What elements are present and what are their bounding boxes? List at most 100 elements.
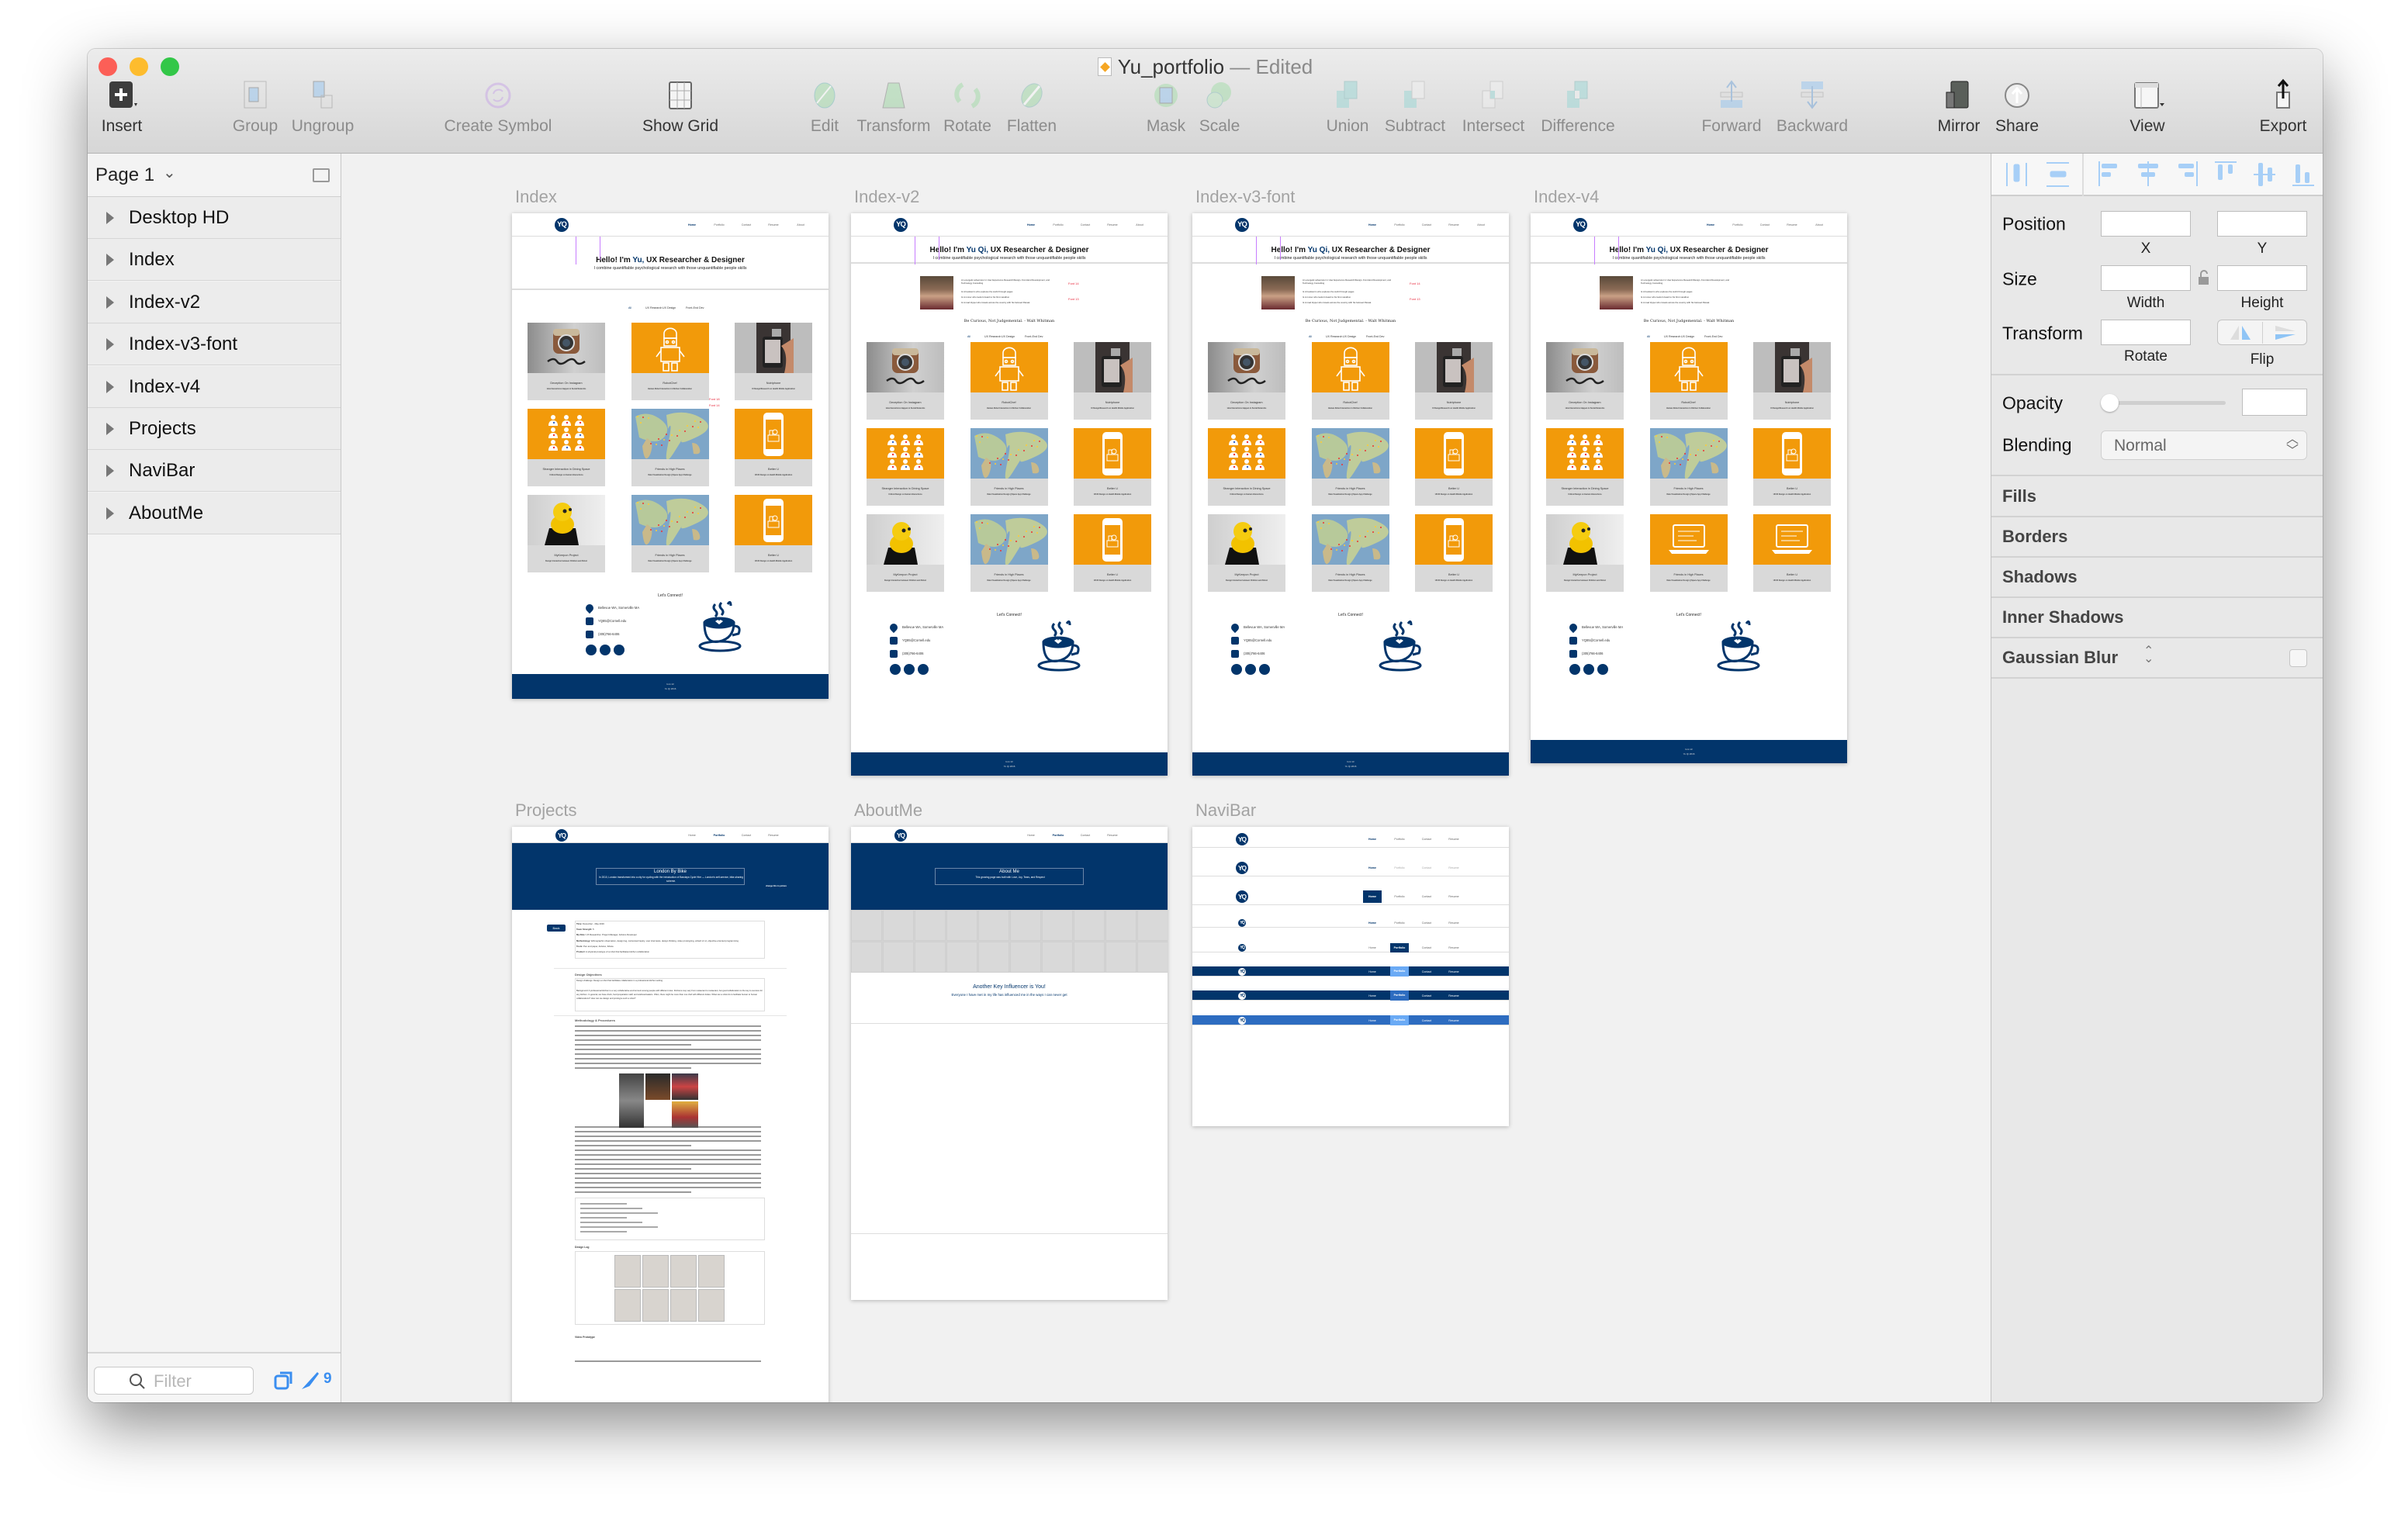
logo[interactable]: YQ xyxy=(1238,967,1246,976)
site-nav-home[interactable]: Home xyxy=(1363,1018,1382,1024)
site-nav-contact[interactable]: Contact xyxy=(1076,832,1095,838)
artboard-title-index-v4[interactable]: Index-v4 xyxy=(1534,187,1599,207)
filter-tab-all[interactable]: All xyxy=(628,306,631,309)
artboard-index-v4[interactable]: YQ Home Portfolio Contact Resume About Hello! … xyxy=(1531,213,1847,763)
project-card[interactable]: Friends in High Places Data Visualization… xyxy=(1311,428,1389,506)
site-nav-portfolio[interactable]: Portfolio xyxy=(1390,966,1409,977)
project-card[interactable]: Stranger Interaction in Dining Space Crit… xyxy=(867,428,944,506)
filter-tab-ux-research[interactable]: UX Research xyxy=(645,306,662,309)
logo[interactable]: YQ xyxy=(1238,991,1246,1000)
site-nav-resume[interactable]: Resume xyxy=(1444,894,1463,900)
site-nav-home[interactable]: Home xyxy=(683,832,701,838)
filter-tab-all[interactable]: All xyxy=(967,335,970,338)
layer-row[interactable]: Index-v2 xyxy=(88,281,341,323)
disclosure-triangle-icon[interactable] xyxy=(106,338,114,351)
toolbar-button-scale[interactable]: Scale xyxy=(1161,78,1278,136)
toolbar-button-insert[interactable]: Insert xyxy=(88,78,180,136)
project-card[interactable]: Deception On Instagram How Interactions H… xyxy=(1208,342,1285,420)
toolbar-button-flatten[interactable]: Flatten xyxy=(974,78,1090,136)
project-card[interactable]: Stranger Interaction in Dining Space Crit… xyxy=(1546,428,1624,506)
site-nav-home[interactable]: Home xyxy=(1363,945,1382,951)
project-card[interactable]: Nutriphone UI Design/Research on Health M… xyxy=(735,323,812,400)
site-nav-resume[interactable]: Resume xyxy=(1444,920,1463,926)
disclosure-triangle-icon[interactable] xyxy=(106,296,114,309)
site-nav-contact[interactable]: Contact xyxy=(1417,945,1436,951)
project-card[interactable]: Stranger Interaction in Dining Space Crit… xyxy=(528,409,605,486)
opacity-input[interactable] xyxy=(2242,389,2307,416)
opacity-slider-knob[interactable] xyxy=(2101,394,2119,412)
site-nav-resume[interactable]: Resume xyxy=(1444,1018,1463,1024)
site-nav-home[interactable]: Home xyxy=(1363,865,1382,871)
project-card[interactable]: Deception On Instagram How Interactions H… xyxy=(528,323,605,400)
project-card[interactable]: Better U UI/UX Design on Health Mobile Ap… xyxy=(735,495,812,572)
site-nav-portfolio[interactable]: Portfolio xyxy=(1390,942,1409,952)
filter-input[interactable]: Filter xyxy=(94,1367,254,1395)
width-input[interactable] xyxy=(2101,265,2191,291)
disclosure-triangle-icon[interactable] xyxy=(106,254,114,267)
height-input[interactable] xyxy=(2217,265,2307,291)
site-nav-resume[interactable]: Resume xyxy=(1444,865,1463,871)
project-card[interactable]: RobotChef Human-Robot Interaction in Kitc… xyxy=(1311,342,1389,420)
logo[interactable]: YQ xyxy=(1235,218,1249,232)
site-nav-portfolio[interactable]: Portfolio xyxy=(1390,920,1409,926)
logo[interactable]: YQ xyxy=(1573,218,1587,232)
site-nav-resume[interactable]: Resume xyxy=(1444,222,1463,228)
site-nav-portfolio[interactable]: Portfolio xyxy=(1390,865,1409,871)
site-nav-home[interactable]: Home xyxy=(1363,969,1382,975)
slices-icon[interactable] xyxy=(300,1369,320,1391)
collapse-pages-icon[interactable] xyxy=(313,168,330,182)
artboard-index-v2[interactable]: YQ Home Portfolio Contact Resume About Hello! … xyxy=(851,213,1168,776)
site-nav-contact[interactable]: Contact xyxy=(1417,1018,1436,1024)
artboard-index-v3-font[interactable]: YQ Home Portfolio Contact Resume About Hello! … xyxy=(1192,213,1509,776)
project-card[interactable]: MyKeepon Project Design Interaction betwe… xyxy=(528,495,605,572)
artboard-navibar[interactable]: YQ Home Portfolio Contact Resume YQ Home Portfo… xyxy=(1192,827,1509,1126)
project-card[interactable]: Nutriphone UI Design/Research on Health M… xyxy=(1753,342,1831,420)
gaussian-blur-checkbox[interactable] xyxy=(2289,649,2307,667)
project-card[interactable]: Friends in High Places Data Visualization… xyxy=(1649,514,1728,592)
section-fills[interactable]: Fills xyxy=(2002,486,2036,506)
artboard-title-navibar[interactable]: NaviBar xyxy=(1195,800,1256,821)
layer-row[interactable]: NaviBar xyxy=(88,450,341,493)
lock-ratio-icon[interactable] xyxy=(2198,270,2210,285)
logo[interactable]: YQ xyxy=(1236,862,1248,874)
site-nav-resume[interactable]: Resume xyxy=(764,222,783,228)
layer-row[interactable]: Index xyxy=(88,239,341,282)
project-card[interactable]: MyKeepon Project Design Interaction betwe… xyxy=(1208,514,1285,592)
disclosure-triangle-icon[interactable] xyxy=(106,506,114,520)
site-nav-resume[interactable]: Resume xyxy=(1783,222,1801,228)
site-nav-resume[interactable]: Resume xyxy=(1444,836,1463,842)
project-card[interactable]: Friends in High Places Data Visualization… xyxy=(631,409,709,486)
site-nav-portfolio[interactable]: Portfolio xyxy=(1390,836,1409,842)
filter-tab-front-end-dev[interactable]: Front-End Dev xyxy=(1704,335,1722,338)
layer-row[interactable]: AboutMe xyxy=(88,492,341,534)
logo[interactable]: YQ xyxy=(555,218,569,232)
project-card[interactable]: Better U UI/UX Design on Health Mobile Ap… xyxy=(1753,428,1831,506)
project-card[interactable]: Friends in High Places Data Visualization… xyxy=(631,495,709,572)
flip-horizontal-icon[interactable] xyxy=(2229,324,2252,341)
filter-tab-all[interactable]: All xyxy=(1647,335,1650,338)
facebook-icon[interactable] xyxy=(1245,664,1256,675)
site-nav-resume[interactable]: Resume xyxy=(1103,222,1122,228)
site-nav-contact[interactable]: Contact xyxy=(1417,993,1436,999)
artboard-projects[interactable]: YQ Home Portfolio Contact Resume London By Bi… xyxy=(512,827,829,1402)
blog-icon[interactable] xyxy=(1259,664,1270,675)
site-nav-home[interactable]: Home xyxy=(1363,222,1382,228)
logo[interactable]: YQ xyxy=(894,218,908,232)
site-nav-resume[interactable]: Resume xyxy=(1444,993,1463,999)
position-x-input[interactable] xyxy=(2101,211,2191,237)
site-nav-portfolio[interactable]: Portfolio xyxy=(710,222,728,228)
site-nav-home[interactable]: Home xyxy=(683,222,701,228)
linkedin-icon[interactable] xyxy=(586,645,597,655)
layer-row[interactable]: Desktop HD xyxy=(88,197,341,239)
project-card[interactable]: MyKeepon Project Design Interaction betwe… xyxy=(1546,514,1624,592)
site-nav-contact[interactable]: Contact xyxy=(1756,222,1774,228)
site-nav-home[interactable]: Home xyxy=(1701,222,1720,228)
toolbar-button-backward[interactable]: Backward xyxy=(1754,78,1870,136)
toolbar-button-show-grid[interactable]: Show Grid xyxy=(622,78,739,136)
filter-tab-front-end-dev[interactable]: Front-End Dev xyxy=(686,306,704,309)
project-card[interactable]: Better U UI/UX Design on Health Mobile Ap… xyxy=(1415,428,1493,506)
toolbar-button-create-symbol[interactable]: Create Symbol xyxy=(440,78,556,136)
site-nav-portfolio[interactable]: Portfolio xyxy=(1390,990,1409,1001)
site-nav-contact[interactable]: Contact xyxy=(737,222,756,228)
project-card[interactable]: RobotChef Human-Robot Interaction in Kitc… xyxy=(1649,342,1728,420)
